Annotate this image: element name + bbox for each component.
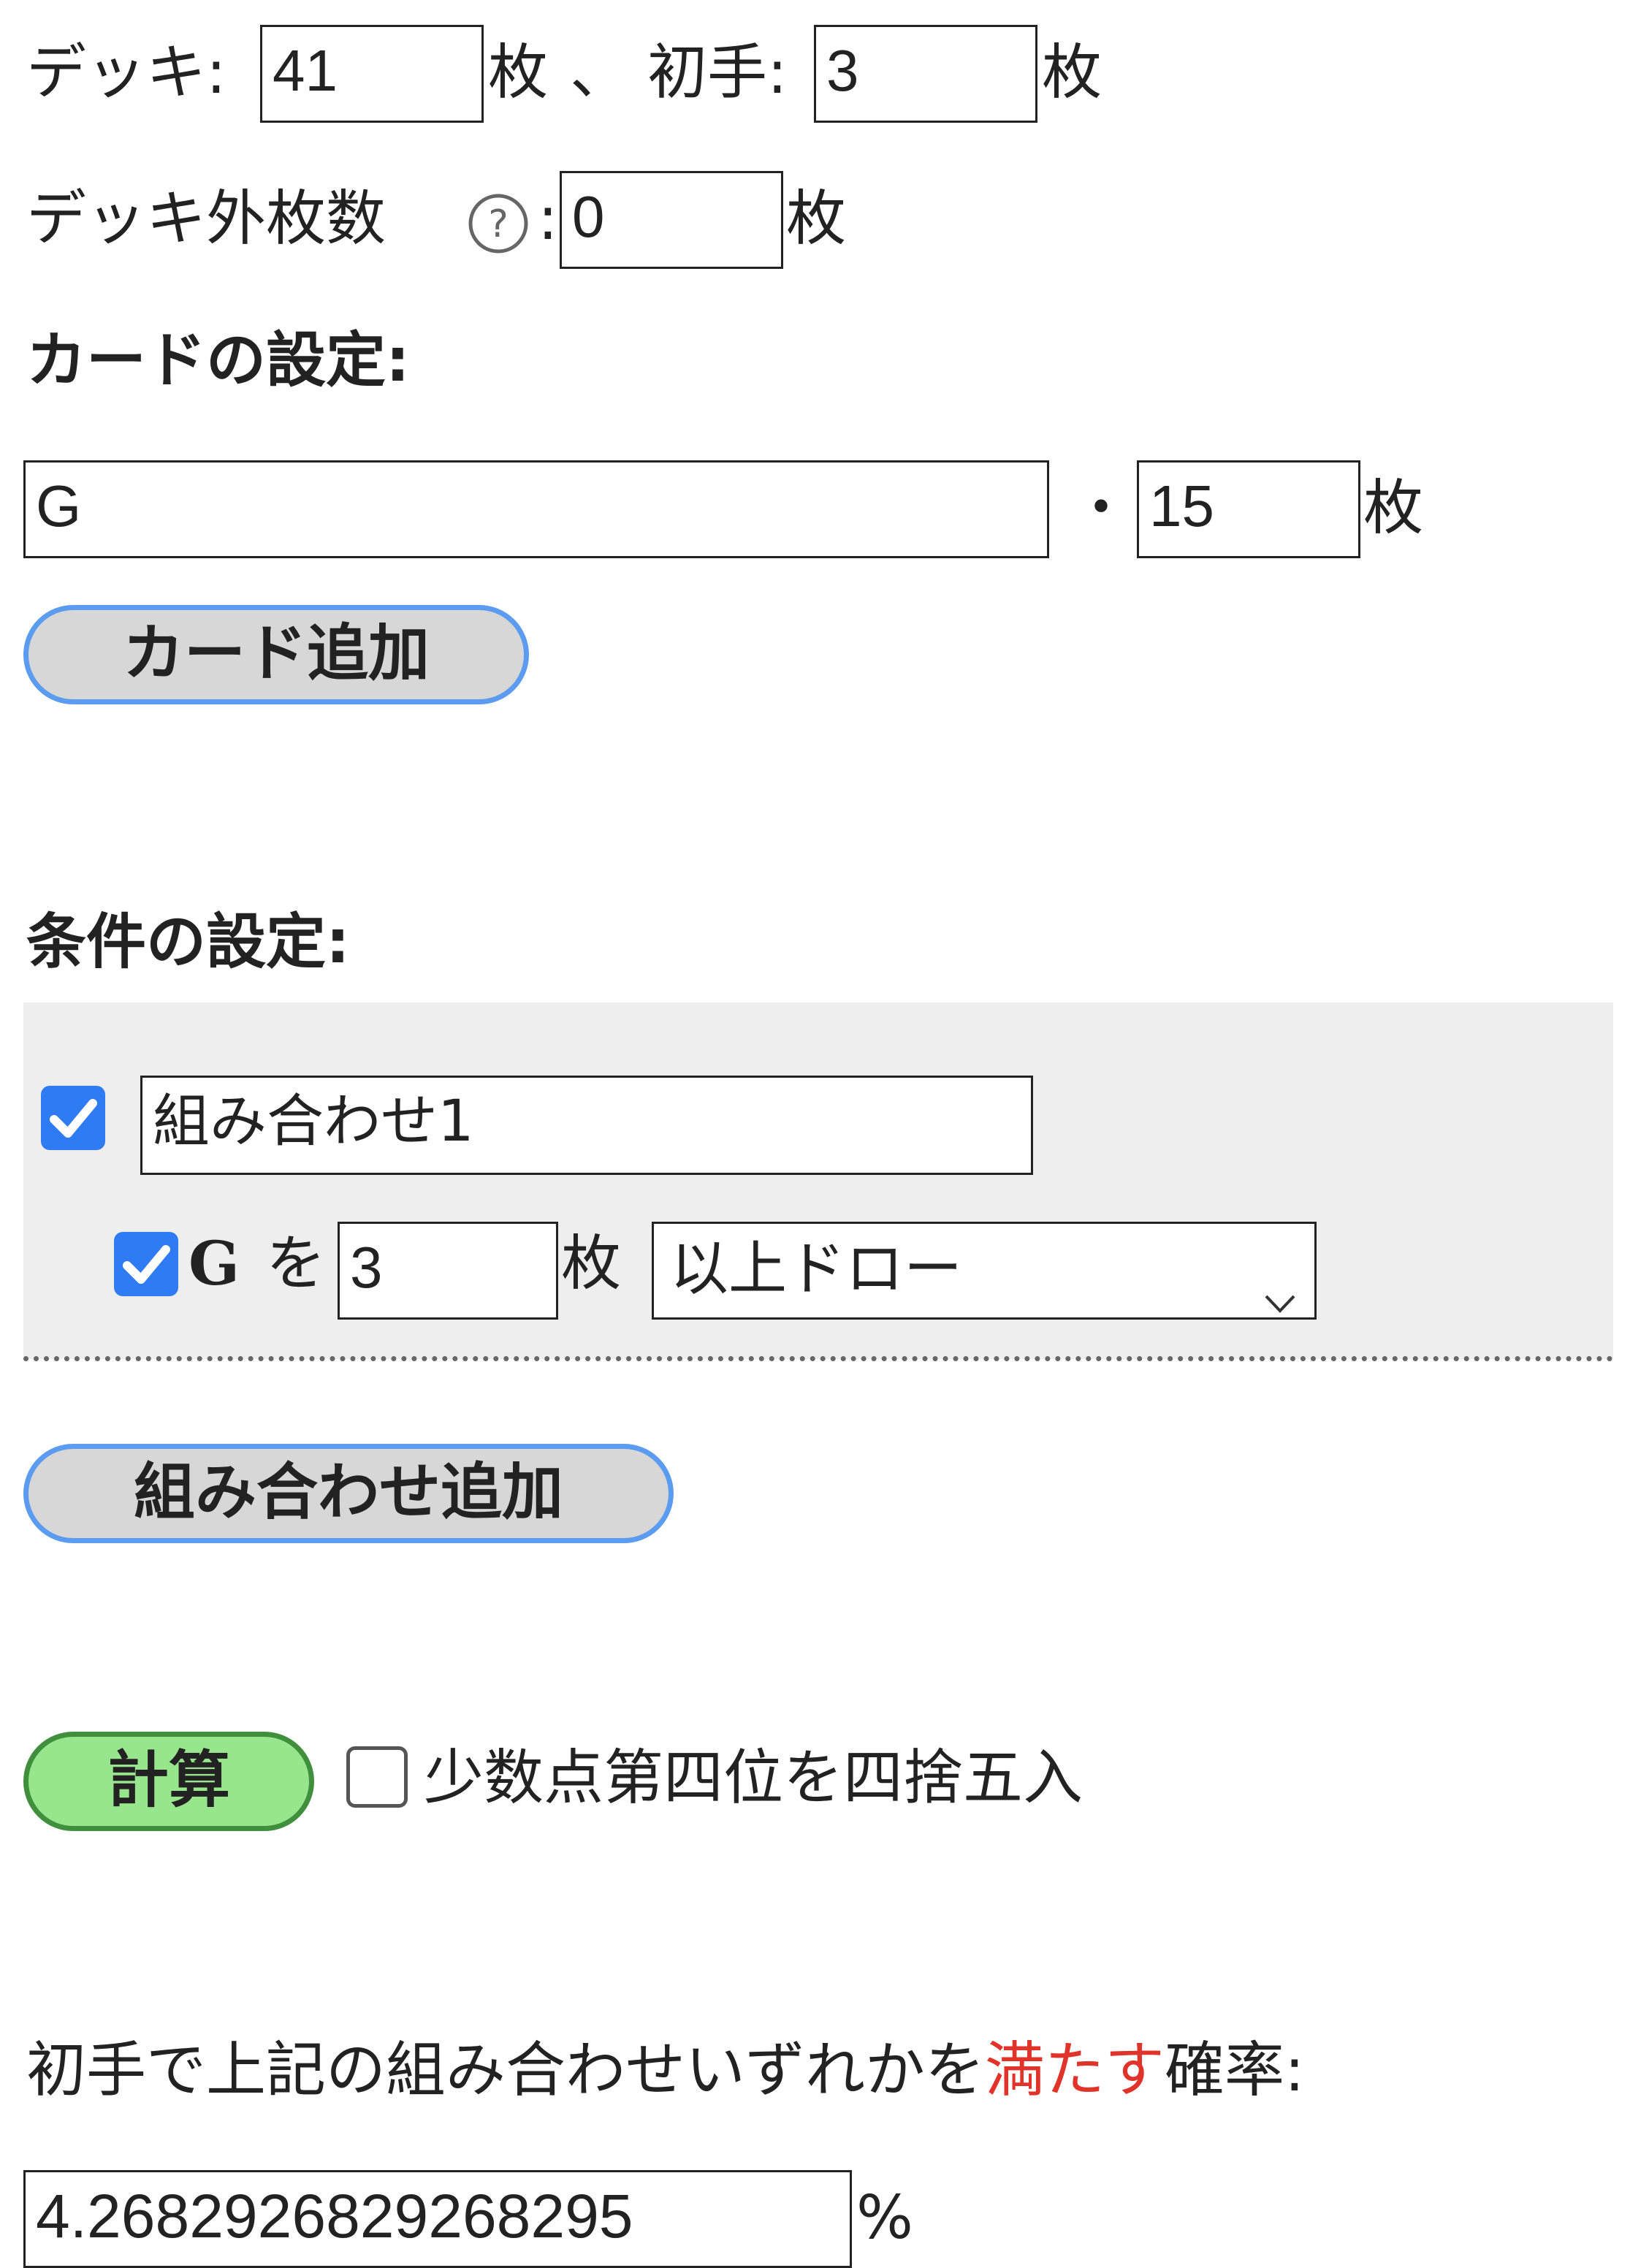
outside-count-input[interactable]: 0 (560, 171, 783, 269)
round-label: 少数点第四位を四捨五入 (424, 1743, 1084, 1813)
outside-colon: : (538, 184, 558, 254)
question-circle-icon[interactable]: ? (466, 191, 530, 256)
separator: 、 (570, 38, 631, 107)
card-settings-heading: カードの設定: (26, 326, 410, 395)
card-bullet: ・ (1071, 473, 1132, 543)
card-unit: 枚 (1363, 473, 1424, 543)
result-label-suffix: 確率: (1165, 2036, 1305, 2105)
round-checkbox[interactable] (346, 1746, 408, 1808)
svg-text:?: ? (488, 202, 509, 246)
deck-unit: 枚 (488, 38, 549, 107)
card-count-input[interactable]: 15 (1137, 460, 1360, 558)
deck-label: デッキ: (26, 38, 226, 107)
chevron-down-icon (1262, 1253, 1298, 1313)
draw-mode-select[interactable]: 以上ドロー (652, 1222, 1317, 1320)
outside-unit: 枚 (786, 184, 847, 254)
result-unit: % (856, 2183, 913, 2253)
result-label-highlight: 満たす (985, 2036, 1165, 2105)
combo-checkbox[interactable] (41, 1086, 105, 1150)
condition-unit: 枚 (561, 1229, 622, 1298)
condition-card-name: G (188, 1229, 240, 1299)
result-value-field[interactable]: 4.2682926829268295 (23, 2170, 852, 2268)
draw-mode-value: 以上ドロー (670, 1235, 962, 1303)
combo-name-input[interactable]: 組み合わせ1 (140, 1076, 1033, 1175)
check-icon (123, 1245, 170, 1284)
deck-count-input[interactable]: 41 (260, 25, 484, 123)
result-label-prefix: 初手で上記の組み合わせいずれかを (26, 2036, 986, 2105)
hand-label: 初手: (647, 38, 788, 107)
calculate-button[interactable]: 計算 (23, 1732, 314, 1831)
check-icon (50, 1099, 97, 1138)
outside-label: デッキ外枚数 (26, 184, 386, 254)
condition-count-input[interactable]: 3 (338, 1222, 558, 1320)
add-card-button[interactable]: カード追加 (23, 605, 529, 704)
condition-settings-heading: 条件の設定: (26, 907, 350, 977)
combo-divider (23, 1356, 1613, 1361)
add-combo-button[interactable]: 組み合わせ追加 (23, 1444, 674, 1543)
card-name-input[interactable]: G (23, 460, 1049, 558)
hand-unit: 枚 (1042, 38, 1102, 107)
result-label: 初手で上記の組み合わせいずれかを満たす確率: (26, 2034, 1305, 2107)
condition-particle: を (266, 1229, 327, 1298)
condition-row-checkbox[interactable] (114, 1232, 178, 1296)
hand-count-input[interactable]: 3 (814, 25, 1037, 123)
